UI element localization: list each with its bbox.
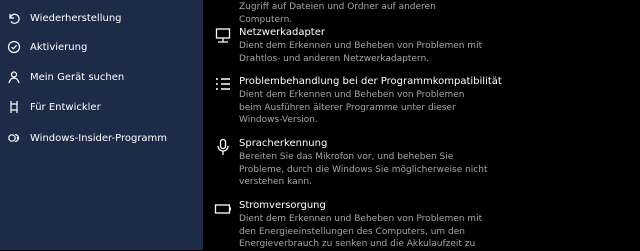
sidebar-item-developers[interactable]: Für Entwickler [0, 92, 203, 122]
troubleshooter-title: Spracherkennung [239, 138, 328, 149]
sidebar-item-insider[interactable]: Windows-Insider-Programm [0, 123, 203, 153]
developer-icon [7, 100, 21, 114]
list-item[interactable]: Zugriff auf Dateien und Ordner auf ander… [203, 0, 640, 25]
network-adapter-icon [214, 27, 232, 45]
sidebar-item-recovery[interactable]: Wiederherstellung [0, 3, 203, 33]
troubleshooter-list: Zugriff auf Dateien und Ordner auf ander… [203, 0, 640, 250]
troubleshooter-power[interactable]: Stromversorgung Dient dem Erkennen und B… [203, 199, 640, 250]
troubleshooter-description: Dient dem Erkennen und Beheben von Probl… [239, 214, 483, 249]
troubleshooter-speech-recognition[interactable]: Spracherkennung Bereiten Sie das Mikrofo… [203, 137, 640, 189]
settings-sidebar: Wiederherstellung Aktivierung Mein Gerät… [0, 0, 203, 250]
sidebar-item-activation[interactable]: Aktivierung [0, 32, 203, 62]
compatibility-list-icon [214, 76, 232, 94]
troubleshooter-description: Dient dem Erkennen und Beheben von Probl… [239, 90, 465, 125]
troubleshooter-title: Stromversorgung [239, 200, 326, 211]
troubleshooter-title: Problembehandlung bei der Programmkompat… [239, 76, 502, 87]
activation-icon [7, 40, 21, 54]
troubleshooter-description: Dient dem Erkennen und Beheben von Probl… [239, 41, 483, 64]
sidebar-item-label: Wiederherstellung [30, 12, 122, 24]
sidebar-item-find-device[interactable]: Mein Gerät suchen [0, 62, 203, 92]
recovery-icon [7, 11, 21, 25]
sidebar-item-label: Mein Gerät suchen [30, 71, 125, 83]
troubleshooter-title: Netzwerkadapter [239, 27, 325, 38]
troubleshooter-network-adapter[interactable]: Netzwerkadapter Dient dem Erkennen und B… [203, 26, 640, 66]
troubleshooter-description: Bereiten Sie das Mikrofon vor, und beheb… [239, 152, 488, 187]
sidebar-item-label: Für Entwickler [30, 101, 101, 113]
sidebar-item-label: Windows-Insider-Programm [30, 132, 168, 144]
troubleshooter-description: Zugriff auf Dateien und Ordner auf ander… [239, 2, 436, 25]
sidebar-item-label: Aktivierung [30, 41, 88, 53]
microphone-icon [214, 138, 232, 156]
battery-icon [214, 200, 232, 218]
troubleshooter-program-compatibility[interactable]: Problembehandlung bei der Programmkompat… [203, 75, 640, 127]
find-device-icon [7, 70, 21, 84]
insider-icon [7, 131, 21, 145]
